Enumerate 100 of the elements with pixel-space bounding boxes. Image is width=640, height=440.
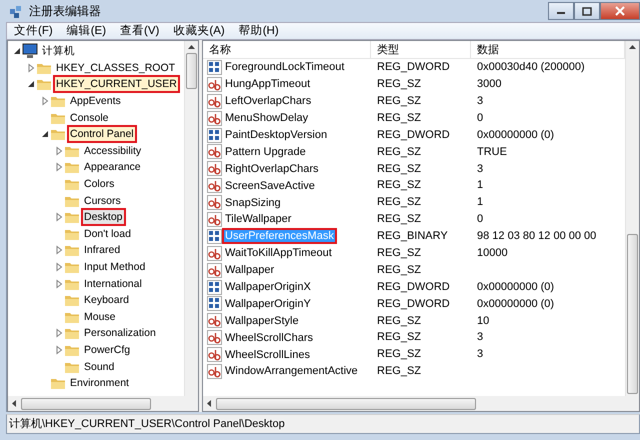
tree-item[interactable]: International: [82, 276, 144, 292]
value-data: 1: [476, 178, 484, 194]
expand-arrow-icon[interactable]: [54, 344, 64, 355]
value-name[interactable]: Pattern Upgrade: [223, 144, 308, 159]
value-name[interactable]: RightOverlapChars: [223, 162, 321, 176]
value-name[interactable]: PaintDesktopVersion: [223, 128, 330, 142]
expand-arrow-icon[interactable]: [26, 62, 36, 73]
value-name[interactable]: WallpaperOriginX: [223, 280, 313, 294]
value-data: 1: [476, 195, 484, 210]
scrollbar-thumb[interactable]: [216, 398, 476, 410]
binary-value-icon: [207, 128, 222, 142]
tree-item[interactable]: Cursors: [82, 192, 123, 209]
tree-item[interactable]: HKEY_CLASSES_ROOT: [54, 60, 178, 76]
close-button[interactable]: [600, 2, 640, 20]
expand-arrow-icon[interactable]: [54, 262, 64, 272]
scrollbar-thumb[interactable]: [627, 234, 638, 394]
menu-item[interactable]: 帮助(H): [232, 23, 286, 39]
column-header[interactable]: 类型: [371, 41, 471, 58]
value-type: REG_SZ: [376, 246, 422, 261]
close-icon: [615, 6, 625, 16]
expand-arrow-icon[interactable]: [54, 328, 64, 338]
tree-item[interactable]: HKEY_CURRENT_USER: [54, 76, 179, 92]
value-type: REG_DWORD: [376, 60, 451, 76]
tree-item[interactable]: 计算机: [40, 43, 77, 60]
expand-arrow-icon[interactable]: [54, 212, 64, 222]
value-name[interactable]: LeftOverlapChars: [223, 94, 314, 108]
scrollbar-thumb[interactable]: [21, 398, 151, 410]
value-name[interactable]: WheelScrollChars: [223, 330, 316, 345]
vertical-scrollbar[interactable]: [625, 41, 639, 396]
maximize-button[interactable]: [574, 2, 600, 20]
value-name[interactable]: MenuShowDelay: [223, 111, 310, 126]
horizontal-scrollbar[interactable]: [8, 396, 198, 411]
value-type: REG_SZ: [376, 77, 422, 92]
expand-arrow-icon[interactable]: [54, 146, 64, 156]
tree-item[interactable]: Infrared: [82, 242, 122, 258]
collapse-arrow-icon[interactable]: [12, 46, 22, 56]
tree-item[interactable]: Control Panel: [68, 126, 136, 142]
tree-item[interactable]: Desktop: [82, 209, 125, 226]
value-name[interactable]: SnapSizing: [223, 196, 283, 210]
string-value-icon: [207, 76, 222, 92]
tree-item[interactable]: Colors: [82, 176, 116, 192]
value-data: 0x00000000 (0): [476, 128, 556, 143]
value-data: 3: [476, 94, 484, 109]
string-value-icon: [207, 347, 222, 362]
tree-item[interactable]: PowerCfg: [82, 342, 132, 358]
value-name[interactable]: WaitToKillAppTimeout: [223, 246, 334, 260]
horizontal-scrollbar[interactable]: [203, 396, 639, 411]
value-name[interactable]: HungAppTimeout: [223, 77, 312, 92]
expand-arrow-icon[interactable]: [40, 96, 50, 106]
tree-item[interactable]: Personalization: [82, 325, 158, 342]
tree-item[interactable]: Sound: [82, 358, 116, 375]
value-data: TRUE: [476, 144, 508, 160]
collapse-arrow-icon[interactable]: [40, 129, 50, 140]
value-name[interactable]: WallpaperStyle: [223, 314, 301, 328]
menu-item[interactable]: 编辑(E): [60, 23, 114, 39]
string-value-icon: [207, 212, 222, 227]
computer-icon: [22, 43, 38, 60]
collapse-arrow-icon[interactable]: [26, 79, 36, 90]
expand-arrow-icon[interactable]: [54, 245, 64, 256]
minimize-button[interactable]: [548, 2, 574, 20]
menu-item[interactable]: 收藏夹(A): [166, 23, 232, 39]
tree-item[interactable]: Keyboard: [82, 292, 131, 308]
tree-item[interactable]: Don't load: [82, 226, 133, 242]
value-type: REG_SZ: [376, 314, 422, 329]
maximize-icon: [582, 6, 592, 16]
expand-arrow-icon[interactable]: [54, 162, 64, 172]
string-value-icon: [207, 110, 222, 126]
value-type: REG_DWORD: [376, 296, 451, 312]
string-value-icon: [207, 246, 222, 261]
scrollbar-thumb[interactable]: [186, 53, 197, 89]
string-value-icon: [207, 313, 222, 328]
registry-icon: [8, 3, 24, 19]
value-name[interactable]: ScreenSaveActive: [223, 178, 317, 193]
value-name[interactable]: ForegroundLockTimeout: [223, 60, 346, 74]
binary-value-icon: [207, 60, 222, 75]
string-value-icon: [207, 364, 222, 379]
tree-item[interactable]: Mouse: [82, 308, 118, 325]
tree-item[interactable]: Input Method: [82, 259, 148, 276]
expand-arrow-icon[interactable]: [54, 278, 64, 289]
value-name[interactable]: WindowArrangementActive: [223, 364, 360, 378]
binary-value-icon: [207, 228, 222, 244]
tree-item[interactable]: AppEvents: [68, 93, 123, 110]
scroll-left-arrow-icon[interactable]: [206, 399, 212, 408]
vertical-scrollbar[interactable]: [184, 41, 198, 396]
value-data: 10000: [476, 246, 509, 261]
value-name[interactable]: TileWallpaper: [223, 212, 294, 226]
value-name[interactable]: WallpaperOriginY: [223, 296, 313, 311]
value-type: REG_SZ: [376, 364, 422, 380]
tree-item[interactable]: Environment: [68, 375, 131, 392]
scroll-left-arrow-icon[interactable]: [11, 399, 17, 408]
value-type: REG_BINARY: [376, 229, 449, 244]
value-name[interactable]: Wallpaper: [223, 263, 276, 278]
tree-item[interactable]: Console: [68, 110, 111, 126]
value-name[interactable]: WheelScrollLines: [223, 348, 312, 362]
tree-item[interactable]: Accessibility: [82, 142, 144, 159]
value-data: 0x00000000 (0): [476, 280, 556, 295]
menu-item[interactable]: 查看(V): [113, 23, 166, 39]
menu-item[interactable]: 文件(F): [7, 23, 60, 39]
column-header[interactable]: 名称: [203, 41, 371, 58]
tree-item[interactable]: Appearance: [82, 159, 143, 176]
